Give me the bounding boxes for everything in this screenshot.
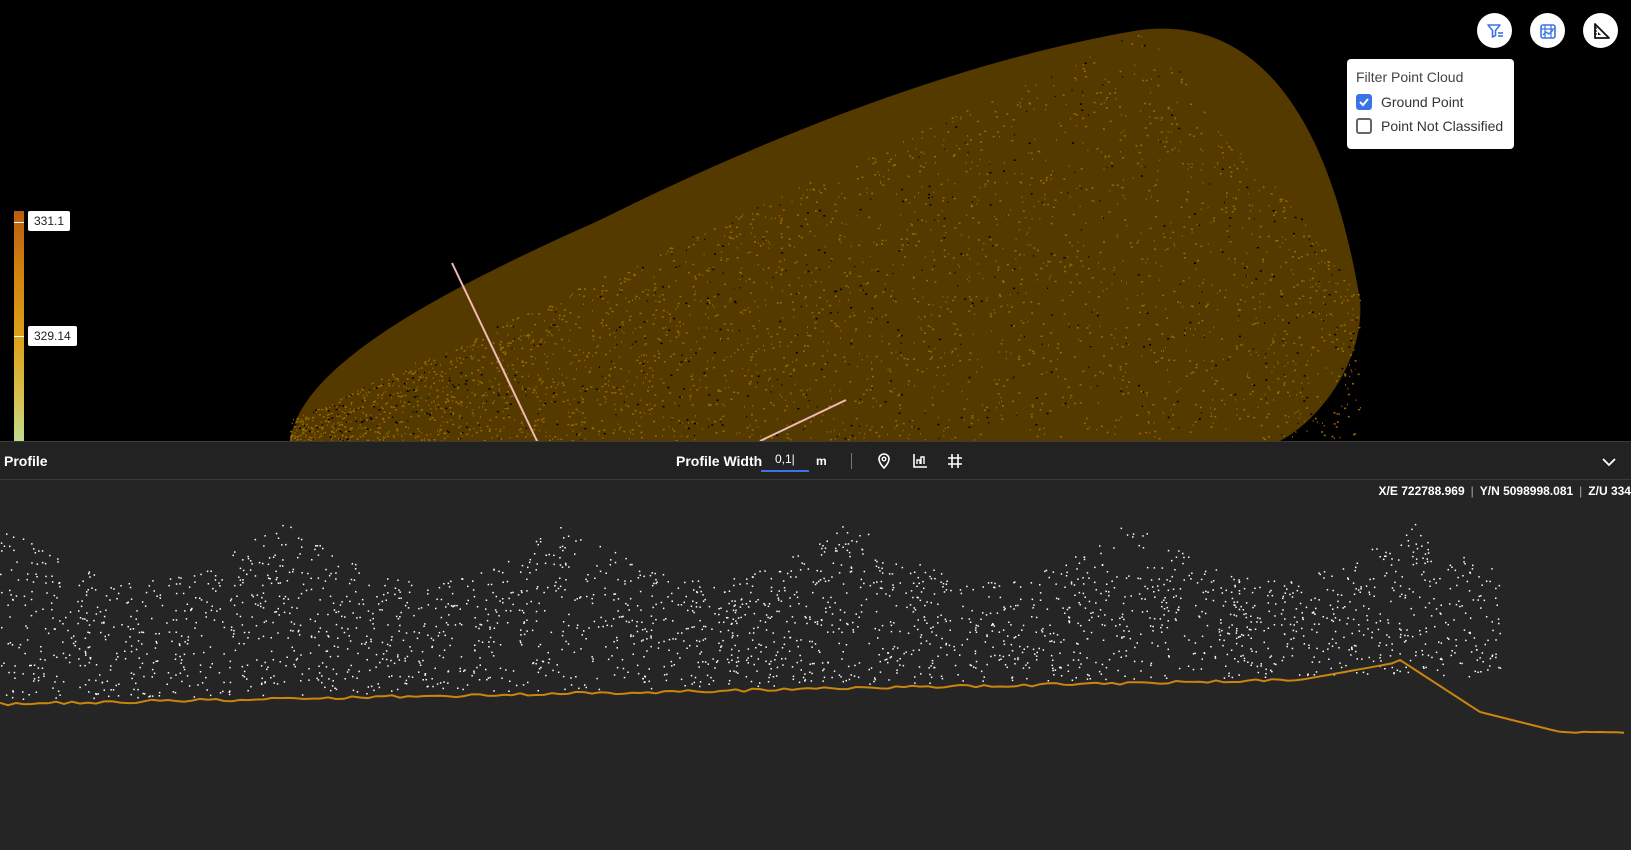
elevation-color-scale [14,211,24,441]
profile-width-label: Profile Width [676,453,763,469]
checkmark-icon [1359,98,1369,107]
grid-icon[interactable] [946,452,964,470]
map-icon [1539,23,1556,39]
toolbar-divider [851,453,852,469]
legend-mid-label: 329.14 [28,326,77,346]
profile-vegetation-points [0,523,1502,700]
chevron-down-icon[interactable] [1599,452,1619,472]
measure-button[interactable] [1583,13,1618,48]
profile-width-input[interactable] [761,448,809,472]
ruler-triangle-icon [1593,22,1610,39]
filter-option-point-not-classified[interactable]: Point Not Classified [1356,118,1503,134]
filter-option-ground-point[interactable]: Ground Point [1356,94,1464,110]
point-not-classified-checkbox[interactable] [1356,118,1372,134]
coord-z: Z/U 334.8 [1588,484,1631,498]
profile-toolbar: Profile Profile Width m [0,441,1631,480]
legend-tick [14,336,24,337]
point-cloud-viewer[interactable]: 331.1 329.14 Filter Point Cloud Ground P… [0,0,1631,441]
profile-canvas[interactable] [0,480,1631,850]
coord-y: Y/N 5098998.081 [1479,484,1574,498]
filter-panel-title: Filter Point Cloud [1356,69,1464,85]
profile-view[interactable]: X/E 722788.969|Y/N 5098998.081|Z/U 334.8 [0,480,1631,850]
cursor-coordinates: X/E 722788.969|Y/N 5098998.081|Z/U 334.8 [1379,484,1631,498]
filter-icon [1486,23,1503,38]
ground-point-checkbox[interactable] [1356,94,1372,110]
filter-button[interactable] [1477,13,1512,48]
profile-ground-line [0,658,1625,734]
filter-point-cloud-panel: Filter Point Cloud Ground Point Point No… [1347,59,1514,149]
coord-x: X/E 722788.969 [1378,484,1465,498]
point-cloud-points [290,28,1361,441]
map-button[interactable] [1530,13,1565,48]
point-not-classified-label: Point Not Classified [1381,118,1504,134]
profile-title: Profile [4,453,48,469]
legend-tick [14,222,24,223]
legend-max-label: 331.1 [28,211,71,231]
profile-width-unit: m [816,454,827,468]
terrain-chart-icon[interactable] [911,452,929,470]
ground-point-label: Ground Point [1381,94,1464,110]
location-pin-icon[interactable] [875,452,893,470]
